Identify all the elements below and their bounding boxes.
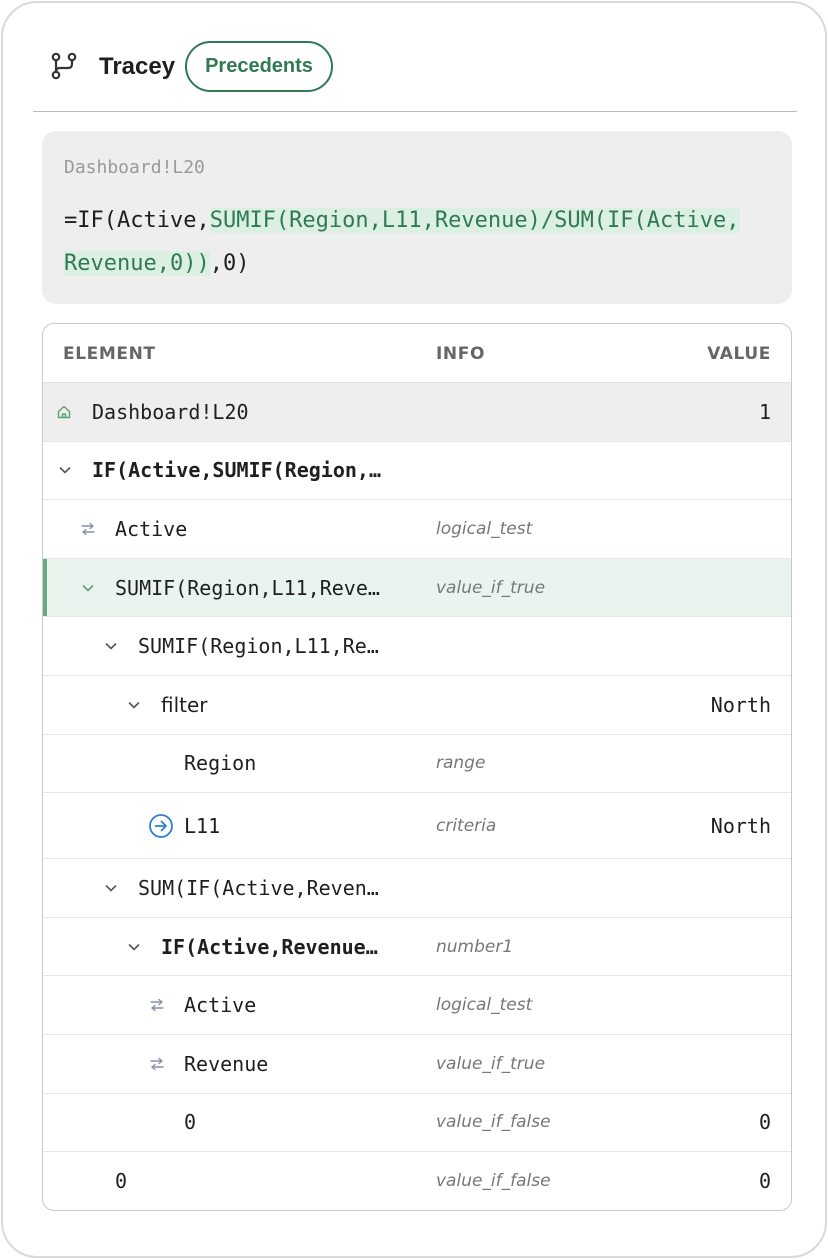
table-row[interactable]: filter North bbox=[43, 676, 791, 735]
precedents-mode-button[interactable]: Precedents bbox=[185, 41, 333, 92]
element-value: North bbox=[710, 692, 771, 717]
element-label: Active bbox=[184, 993, 257, 1018]
chevron-down-icon[interactable] bbox=[104, 881, 118, 895]
table-row[interactable]: Region range bbox=[43, 735, 791, 794]
formula-highlight: SUMIF(Region,L11,Revenue)/SUM(IF(Active, bbox=[209, 208, 740, 233]
element-value: North bbox=[710, 813, 771, 838]
element-label: 0 bbox=[184, 1110, 197, 1135]
element-label: IF(Active,Revenue… bbox=[161, 934, 378, 959]
chevron-down-icon[interactable] bbox=[104, 639, 118, 653]
element-label: Revenue bbox=[184, 1051, 269, 1076]
cell-reference: Dashboard!L20 bbox=[64, 157, 205, 178]
formula-prefix: =IF(Active, bbox=[64, 208, 210, 233]
formula-suffix: ,0) bbox=[209, 251, 250, 276]
table-row[interactable]: IF(Active,Revenue… number1 bbox=[43, 918, 791, 977]
table-row[interactable]: SUM(IF(Active,Reven… bbox=[43, 859, 791, 918]
tracey-panel: Tracey Precedents Dashboard!L20 =IF(Acti… bbox=[1, 1, 827, 1258]
chevron-down-icon[interactable] bbox=[127, 940, 141, 954]
element-label: Dashboard!L20 bbox=[92, 399, 249, 424]
element-value: 0 bbox=[758, 1110, 771, 1135]
element-info: value_if_true bbox=[436, 577, 546, 598]
element-label: SUMIF(Region,L11,Re… bbox=[138, 634, 379, 659]
element-label: 0 bbox=[115, 1169, 128, 1194]
chevron-down-icon[interactable] bbox=[58, 463, 72, 477]
table-row-root[interactable]: Dashboard!L20 1 bbox=[43, 383, 791, 442]
table-row[interactable]: SUMIF(Region,L11,Re… bbox=[43, 617, 791, 676]
element-label: Active bbox=[115, 516, 188, 541]
home-icon bbox=[56, 404, 72, 420]
element-label: IF(Active,SUMIF(Region,… bbox=[92, 458, 381, 483]
element-info: value_if_true bbox=[436, 1053, 546, 1074]
table-row[interactable]: Revenue value_if_true bbox=[43, 1035, 791, 1094]
app-name: Tracey bbox=[99, 53, 176, 80]
table-row-selected[interactable]: SUMIF(Region,L11,Reve… value_if_true bbox=[43, 558, 791, 618]
column-header-element: ELEMENT bbox=[63, 344, 156, 364]
element-label: L11 bbox=[184, 813, 221, 838]
panel-header: Tracey Precedents bbox=[33, 3, 797, 112]
git-branch-icon bbox=[49, 51, 79, 81]
element-label: SUMIF(Region,L11,Reve… bbox=[115, 575, 380, 600]
chevron-down-icon[interactable] bbox=[81, 581, 95, 595]
table-row[interactable]: 0 value_if_false 0 bbox=[43, 1152, 791, 1210]
table-row[interactable]: Active logical_test bbox=[43, 976, 791, 1035]
swap-arrows-icon bbox=[149, 1057, 165, 1071]
column-header-info: INFO bbox=[436, 344, 486, 364]
formula-text: =IF(Active,SUMIF(Region,L11,Revenue)/SUM… bbox=[64, 199, 774, 285]
element-label: Region bbox=[184, 751, 257, 776]
formula-card: Dashboard!L20 =IF(Active,SUMIF(Region,L1… bbox=[42, 131, 792, 304]
table-row[interactable]: L11 criteria North bbox=[43, 793, 791, 860]
arrow-right-circle-icon[interactable] bbox=[148, 813, 174, 839]
chevron-down-icon[interactable] bbox=[127, 698, 141, 712]
element-info: logical_test bbox=[436, 995, 533, 1016]
table-row[interactable]: Active logical_test bbox=[43, 500, 791, 559]
swap-arrows-icon bbox=[149, 998, 165, 1012]
formula-highlight-continued: Revenue,0)) bbox=[64, 251, 210, 276]
precedents-table: ELEMENT INFO VALUE Dashboard!L20 1 IF(Ac… bbox=[42, 323, 792, 1211]
column-header-value: VALUE bbox=[707, 344, 771, 364]
element-info: number1 bbox=[436, 936, 514, 957]
table-row[interactable]: IF(Active,SUMIF(Region,… bbox=[43, 442, 791, 501]
element-info: criteria bbox=[436, 815, 497, 836]
table-row[interactable]: 0 value_if_false 0 bbox=[43, 1094, 791, 1153]
element-label: filter bbox=[161, 692, 208, 717]
element-info: logical_test bbox=[436, 518, 533, 539]
swap-arrows-icon bbox=[80, 522, 96, 536]
element-value: 0 bbox=[758, 1169, 771, 1194]
element-info: range bbox=[436, 753, 486, 774]
element-value: 1 bbox=[758, 399, 771, 424]
table-header: ELEMENT INFO VALUE bbox=[43, 324, 791, 383]
element-info: value_if_false bbox=[436, 1171, 551, 1192]
element-label: SUM(IF(Active,Reven… bbox=[138, 875, 379, 900]
element-info: value_if_false bbox=[436, 1112, 551, 1133]
